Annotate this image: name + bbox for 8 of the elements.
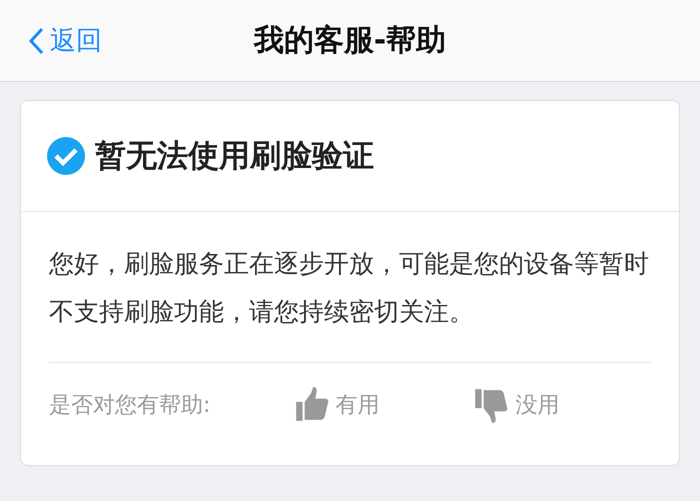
page-title: 我的客服-帮助 [252, 22, 448, 60]
back-button[interactable]: 返回 [0, 22, 160, 59]
card-title: 暂无法使用刷脸验证 [95, 137, 374, 176]
answer-text: 您好，刷脸服务正在逐步开放，可能是您的设备等暂时不支持刷脸功能，请您持续密切关注。 [48, 248, 650, 328]
not-helpful-button[interactable]: 没用 [471, 387, 651, 423]
feedback-prompt: 是否对您有帮助: [49, 392, 212, 420]
chevron-left-icon [28, 26, 44, 54]
helpful-button[interactable]: 有用 [292, 387, 472, 423]
